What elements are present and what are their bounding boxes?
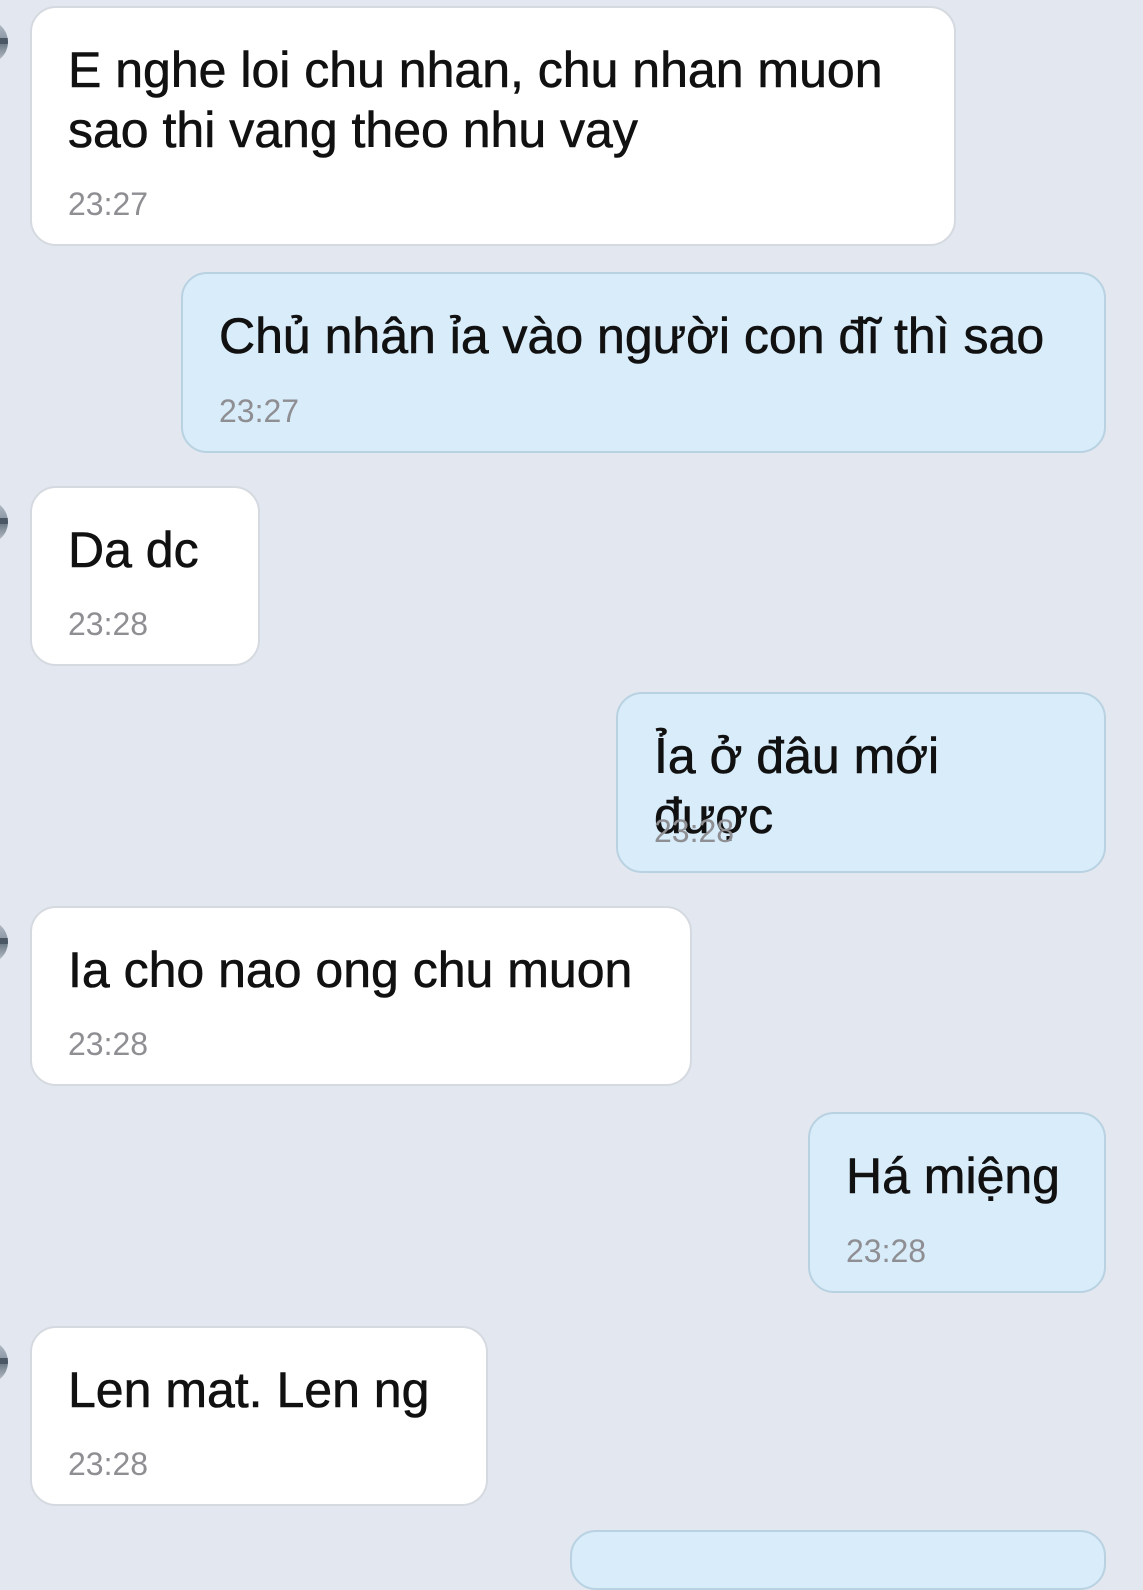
message-timestamp: 23:28 [846, 1233, 927, 1269]
message-text: Da dc [68, 522, 199, 579]
message-timestamp: 23:28 [68, 606, 149, 642]
message-timestamp: 23:28 [68, 1026, 149, 1062]
message-bubble-incoming[interactable]: Len mat. Len ng 23:28 [30, 1326, 488, 1506]
message-bubble-outgoing[interactable]: Chủ nhân ỉa vào người con đĩ thì sao 23:… [181, 272, 1106, 453]
sender-avatar[interactable] [0, 1340, 8, 1384]
message-bubble-outgoing[interactable]: Há miệng 23:28 [808, 1112, 1106, 1293]
message-timestamp: 23:27 [68, 186, 149, 222]
message-text: Len mat. Len ng [68, 1362, 430, 1419]
chat-thread[interactable]: E nghe loi chu nhan, chu nhan muon sao t… [0, 0, 1143, 1590]
message-text: Chủ nhân ỉa vào người con đĩ thì sao [219, 308, 1045, 365]
message-timestamp: 23:28 [654, 813, 735, 849]
message-bubble-outgoing-partial[interactable] [570, 1530, 1106, 1590]
message-timestamp: 23:27 [219, 393, 300, 429]
message-bubble-outgoing[interactable]: Ỉa ở đâu mới được 23:28 [616, 692, 1106, 873]
message-bubble-incoming[interactable]: E nghe loi chu nhan, chu nhan muon sao t… [30, 6, 956, 246]
message-text: E nghe loi chu nhan, chu nhan muon sao t… [68, 42, 883, 159]
sender-avatar[interactable] [0, 920, 8, 964]
sender-avatar[interactable] [0, 20, 8, 64]
message-bubble-incoming[interactable]: Ia cho nao ong chu muon 23:28 [30, 906, 692, 1086]
message-timestamp: 23:28 [68, 1446, 149, 1482]
message-text: Há miệng [846, 1148, 1061, 1205]
sender-avatar[interactable] [0, 500, 8, 544]
message-bubble-incoming[interactable]: Da dc 23:28 [30, 486, 260, 666]
message-text: Ia cho nao ong chu muon [68, 942, 633, 999]
